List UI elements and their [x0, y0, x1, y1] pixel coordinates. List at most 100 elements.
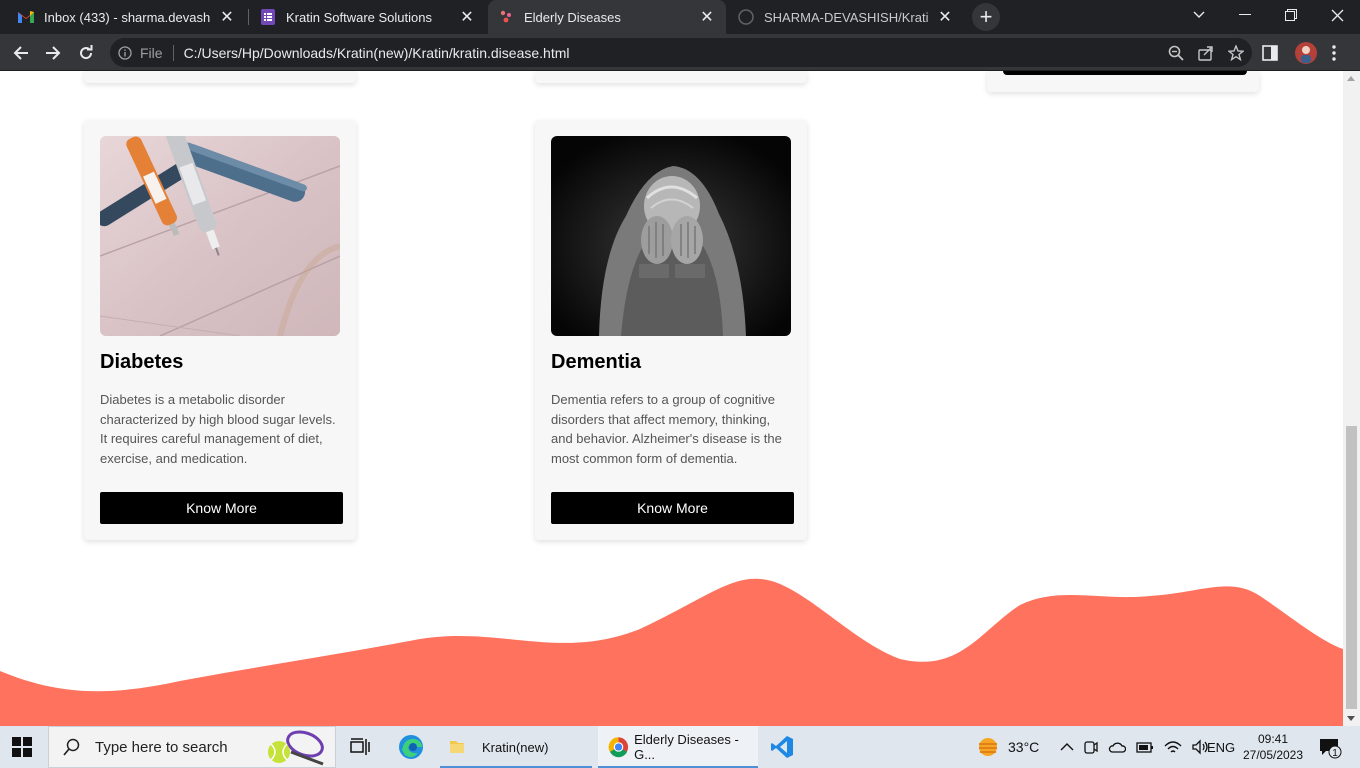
tab-gmail[interactable]: Inbox (433) - sharma.devashish2 ✕ [8, 0, 246, 34]
folder-icon [450, 741, 464, 753]
address-bar[interactable]: File C:/Users/Hp/Downloads/Kratin(new)/K… [110, 38, 1252, 67]
know-more-button[interactable]: Know More [551, 492, 794, 524]
back-button[interactable] [6, 38, 36, 68]
address-actions [1168, 38, 1244, 67]
info-icon [118, 45, 132, 60]
page-favicon-icon [498, 9, 514, 25]
disease-description: Diabetes is a metabolic disorder charact… [100, 392, 336, 466]
scroll-down-arrow-icon[interactable] [1347, 716, 1355, 721]
taskbar-app-label: Kratin(new) [482, 739, 549, 755]
system-tray [1060, 726, 1210, 768]
page-scrollbar[interactable] [1343, 71, 1360, 726]
battery-icon[interactable] [1136, 740, 1154, 754]
tab-kratin-forms[interactable]: Kratin Software Solutions ✕ [250, 0, 486, 34]
weather-sun-icon [979, 738, 997, 756]
share-icon[interactable] [1198, 45, 1214, 61]
arrow-right-icon [46, 46, 61, 60]
chrome-menu-button[interactable] [1332, 38, 1336, 68]
tennis-racket-icon [268, 730, 324, 766]
diabetes-image [100, 136, 340, 336]
taskbar-search[interactable]: Type here to search [48, 726, 336, 768]
tab-divider [248, 9, 249, 25]
minimize-button[interactable] [1222, 0, 1268, 30]
previous-card [987, 71, 1259, 92]
notification-center-button[interactable]: 1 [1318, 726, 1342, 768]
new-tab-button[interactable]: + [972, 3, 1000, 31]
tab-title: Elderly Diseases [524, 9, 621, 25]
notification-count: 1 [1332, 748, 1338, 759]
browser-tab-strip: Inbox (433) - sharma.devashish2 ✕ Kratin… [0, 0, 1360, 34]
language-indicator[interactable]: ENG [1207, 726, 1235, 768]
disease-card-diabetes: Diabetes Diabetes is a metabolic disorde… [84, 120, 356, 540]
clock[interactable]: 09:41 27/05/2023 [1242, 731, 1304, 763]
disease-title: Diabetes [100, 351, 184, 373]
arrow-left-icon [13, 46, 28, 60]
start-button[interactable] [12, 726, 32, 768]
weather-temp: 33°C [1008, 739, 1040, 755]
site-info-button[interactable]: File [118, 45, 163, 61]
page-viewport: Diabetes Diabetes is a metabolic disorde… [0, 71, 1343, 726]
forms-icon [260, 9, 276, 25]
edge-icon [399, 735, 423, 759]
onedrive-cloud-icon[interactable] [1108, 741, 1126, 753]
close-icon[interactable]: ✕ [458, 8, 476, 26]
previous-card [535, 71, 807, 83]
close-icon [1331, 9, 1343, 21]
close-icon[interactable]: ✕ [698, 8, 716, 26]
close-window-button[interactable] [1314, 0, 1360, 30]
reload-button[interactable] [71, 38, 101, 68]
zoom-icon[interactable] [1168, 45, 1184, 61]
tab-title: SHARMA-DEVASHISH/Kratin: It is [764, 9, 928, 25]
dementia-image [551, 136, 791, 336]
wifi-icon[interactable] [1164, 739, 1182, 755]
side-panel-icon [1262, 45, 1278, 61]
side-panel-button[interactable] [1262, 38, 1278, 68]
task-view-button[interactable] [350, 726, 370, 768]
taskbar-app-chrome[interactable]: Elderly Diseases - G... [598, 726, 758, 768]
tab-elderly-diseases[interactable]: Elderly Diseases ✕ [488, 0, 726, 34]
minimize-icon [1239, 14, 1251, 15]
github-icon [738, 9, 754, 25]
clock-time: 09:41 [1257, 732, 1289, 746]
taskbar-app-explorer[interactable]: Kratin(new) [440, 726, 592, 768]
star-icon[interactable] [1228, 44, 1244, 61]
edge-button[interactable] [398, 726, 424, 768]
disease-title: Dementia [551, 351, 642, 373]
tab-title: Inbox (433) - sharma.devashish2 [44, 9, 210, 25]
close-icon[interactable]: ✕ [218, 8, 236, 26]
vscode-icon [771, 736, 793, 758]
url-text[interactable]: C:/Users/Hp/Downloads/Kratin(new)/Kratin… [184, 45, 570, 61]
disease-card-dementia: Dementia Dementia refers to a group of c… [535, 120, 807, 540]
vscode-button[interactable] [770, 726, 794, 768]
restore-icon [1285, 9, 1297, 21]
close-icon[interactable]: ✕ [936, 8, 954, 26]
scrollbar-thumb[interactable] [1346, 426, 1357, 709]
clock-date: 27/05/2023 [1242, 748, 1304, 762]
profile-button[interactable] [1294, 38, 1318, 68]
scheme-label: File [140, 44, 163, 61]
scroll-up-arrow-icon[interactable] [1347, 76, 1355, 81]
windows-taskbar: Type here to search Kratin(new) Elderly … [0, 726, 1360, 768]
reload-icon [80, 45, 93, 60]
know-more-button[interactable]: Know More [100, 492, 343, 524]
taskbar-app-label: Elderly Diseases - G... [634, 732, 739, 762]
address-divider [172, 44, 174, 61]
previous-card-button[interactable] [1003, 71, 1247, 75]
task-view-icon [350, 738, 370, 755]
tab-github[interactable]: SHARMA-DEVASHISH/Kratin: It is ✕ [728, 0, 964, 34]
meet-icon[interactable] [1084, 739, 1098, 755]
restore-button[interactable] [1268, 0, 1314, 30]
search-placeholder: Type here to search [95, 738, 228, 756]
previous-card [84, 71, 356, 83]
forward-button[interactable] [38, 38, 68, 68]
avatar [1295, 42, 1317, 64]
tab-search-button[interactable] [1176, 0, 1222, 30]
gmail-icon [18, 9, 34, 25]
decorative-wave [0, 578, 1343, 726]
chevron-up-icon[interactable] [1060, 742, 1074, 752]
weather-widget[interactable]: 33°C [976, 726, 1039, 768]
windows-logo-icon [12, 737, 32, 757]
search-icon [63, 738, 80, 756]
language-label: ENG [1207, 739, 1236, 755]
more-vert-icon [1332, 45, 1336, 61]
